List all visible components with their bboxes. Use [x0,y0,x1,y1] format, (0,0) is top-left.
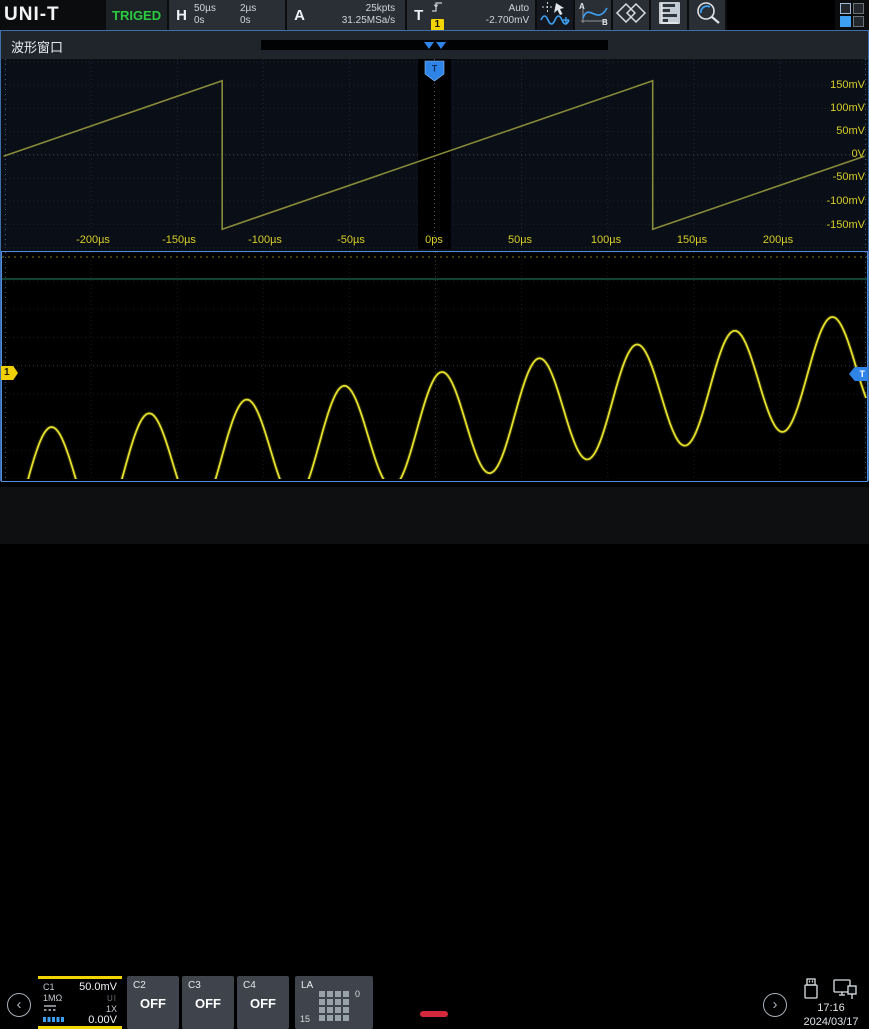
xy-mode-icon [614,0,648,31]
acquire-settings-button[interactable]: A 25kpts 31.25MSa/s [287,0,405,30]
channel1-offset: 0.00V [88,1014,117,1026]
histogram-button[interactable] [651,0,687,30]
zoom-timebase-scale: 2µs [240,3,256,15]
search-icon [690,0,724,31]
cursor-measure-icon [538,0,572,31]
time-label: 100µs [591,234,621,246]
chevron-right-icon: › [773,996,778,1013]
channel4-name: C4 [243,980,256,991]
zoom-waveform-panel[interactable] [1,251,868,482]
xy-mode-button[interactable] [613,0,649,30]
menu-drag-handle[interactable] [420,1011,448,1017]
main-timebase-offset: 0s [194,15,240,27]
channel4-state: OFF [237,996,289,1011]
scope-display[interactable]: T -200µs -150µs -100µs -50µs 0ps 50µs 10… [1,59,868,480]
histogram-icon [652,0,686,31]
math-ab-icon: A B [576,0,610,31]
level-bars-icon [43,1015,65,1025]
panel-expand-right-button[interactable]: › [763,993,787,1017]
svg-text:A: A [579,2,585,11]
horizontal-label: H [169,7,194,24]
channel2-name: C2 [133,980,146,991]
volt-label: 50mV [836,125,865,137]
acquire-values: 25kpts 31.25MSa/s [342,3,395,27]
channel3-state: OFF [182,996,234,1011]
trigger-settings-button[interactable]: T 1 Auto -2.700mV [407,0,535,30]
brand-logo: UNI-T [0,0,104,30]
search-zoom-button[interactable] [689,0,725,30]
volt-label-zero: 0V [852,148,865,160]
memory-depth: 25kpts [366,3,395,15]
clock-date: 2024/03/17 [796,1015,866,1029]
svg-text:B: B [602,18,608,26]
dc-coupling-icon [43,1003,57,1014]
window-layout-icon [840,3,864,27]
math-ab-button[interactable]: A B [575,0,611,30]
bottom-channel-bar: ‹ C1 50.0mV 1MΩ UI 1X 0.00V C2 OFF C3 OF… [0,487,869,544]
window-title: 波形窗口 [11,37,63,56]
time-label: 50µs [508,234,532,246]
volt-label: -150mV [826,219,865,231]
la-first-channel: 0 [355,989,360,999]
scroll-marker-right-icon[interactable] [436,42,446,49]
window-layout-button[interactable] [835,0,869,30]
trigger-source-badge: 1 [431,19,445,31]
trigger-level: -2.700mV [486,15,529,27]
channel3-name: C3 [188,980,201,991]
panel-collapse-left-button[interactable]: ‹ [7,993,31,1017]
channel1-name: C1 [43,982,55,992]
acquire-label: A [287,7,312,24]
zoom-timebase-offset: 0s [240,15,256,27]
channel1-impedance: 1MΩ [43,993,62,1003]
la-last-channel: 15 [300,1014,310,1024]
volt-label: 150mV [830,79,865,91]
time-label-zero: 0ps [425,234,443,246]
channel4-widget[interactable]: C4 OFF [237,976,289,1029]
chevron-left-icon: ‹ [17,996,22,1013]
time-label: -100µs [248,234,282,246]
scroll-marker-left-icon[interactable] [424,42,434,49]
volt-label: 100mV [830,102,865,114]
channel1-bw-indicator: UI [107,994,117,1003]
edge-trigger-icon [430,0,444,18]
clock-time: 17:16 [796,1001,866,1015]
la-channel-grid-icon [319,991,349,1021]
main-timebase: 50µs 0s [194,3,240,27]
topbar-spacer [727,0,835,30]
channel2-state: OFF [127,996,179,1011]
time-label: 150µs [677,234,707,246]
channel2-widget[interactable]: C2 OFF [127,976,179,1029]
cursor-measure-button[interactable] [537,0,573,30]
top-status-bar: UNI-T TRIGED H 50µs 0s 2µs 0s A 25kpts 3… [0,0,869,30]
volt-label: -100mV [826,195,865,207]
main-timebase-scale: 50µs [194,3,240,15]
logic-analyzer-widget[interactable]: LA 0 15 [295,976,373,1029]
time-label: -50µs [337,234,365,246]
trigger-source-block: 1 [430,0,444,31]
horizontal-position-scrollbar[interactable] [261,40,608,50]
waveform-window-titlebar[interactable]: 波形窗口 [1,31,868,59]
channel1-probe: 1X [106,1004,117,1014]
trigger-values: Auto -2.700mV [486,3,529,27]
time-label: -200µs [76,234,110,246]
trigger-mode: Auto [509,3,530,15]
channel1-scale: 50.0mV [79,981,117,993]
time-label: -150µs [162,234,196,246]
waveform-window: 波形窗口 T -200µs -150µs -100µs -50µs 0ps 50… [0,30,869,481]
trigger-label: T [407,7,430,24]
svg-text:T: T [432,64,438,74]
time-label: 200µs [763,234,793,246]
trigger-status-badge: TRIGED [106,0,167,30]
la-name: LA [301,980,313,991]
volt-label: -50mV [833,171,865,183]
channel3-widget[interactable]: C3 OFF [182,976,234,1029]
channel1-widget[interactable]: C1 50.0mV 1MΩ UI 1X 0.00V [38,976,122,1029]
zoom-timebase: 2µs 0s [240,3,256,27]
horizontal-settings-button[interactable]: H 50µs 0s 2µs 0s [169,0,285,30]
sample-rate: 31.25MSa/s [342,15,395,27]
main-waveform-panel[interactable]: T [1,59,868,249]
